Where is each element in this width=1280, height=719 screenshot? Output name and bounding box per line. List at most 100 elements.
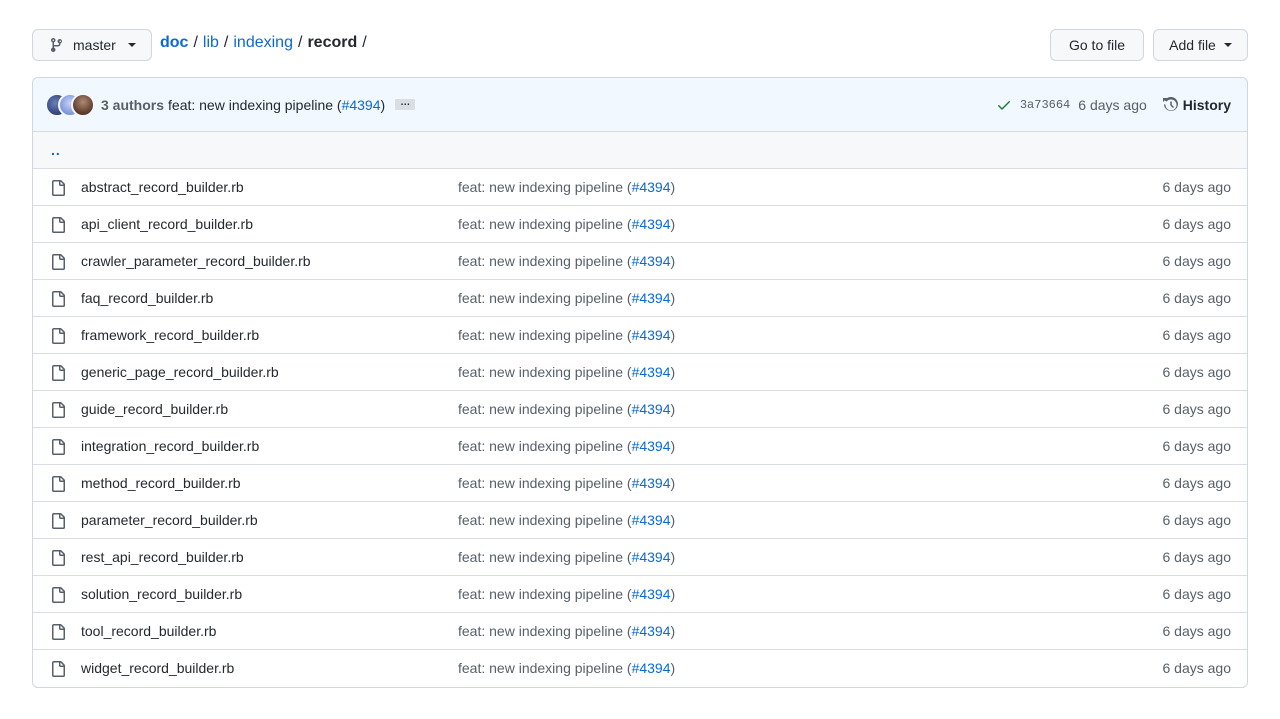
file-icon [52, 291, 65, 307]
breadcrumb-separator: / [297, 34, 303, 51]
table-row[interactable]: method_record_builder.rb feat: new indexi… [33, 465, 1247, 502]
branch-selector-button[interactable]: master [32, 29, 152, 61]
file-commit-pr-link[interactable]: #4394 [632, 327, 671, 343]
file-name-link[interactable]: tool_record_builder.rb [81, 623, 216, 639]
file-commit-age: 6 days ago [1162, 660, 1232, 676]
avatar[interactable] [71, 92, 95, 117]
check-icon [997, 101, 1010, 110]
file-name-link[interactable]: integration_record_builder.rb [81, 438, 259, 454]
file-commit-age: 6 days ago [1162, 438, 1232, 454]
file-commit-message[interactable]: feat: new indexing pipeline (#4394) [458, 253, 675, 269]
commit-sha[interactable]: 3a73664 [1020, 98, 1070, 112]
parent-directory-link[interactable]: .. [51, 142, 61, 158]
file-commit-message[interactable]: feat: new indexing pipeline (#4394) [458, 623, 675, 639]
file-commit-message[interactable]: feat: new indexing pipeline (#4394) [458, 327, 675, 343]
file-commit-text: feat: new indexing pipeline ( [458, 179, 632, 195]
parent-directory-row[interactable]: .. [33, 132, 1247, 169]
breadcrumb-root-link[interactable]: doc [160, 34, 188, 52]
file-name-link[interactable]: parameter_record_builder.rb [81, 512, 258, 528]
file-icon [52, 180, 65, 196]
file-name-link[interactable]: crawler_parameter_record_builder.rb [81, 253, 311, 269]
file-commit-pr-link[interactable]: #4394 [632, 401, 671, 417]
table-row[interactable]: guide_record_builder.rb feat: new indexin… [33, 391, 1247, 428]
file-commit-message[interactable]: feat: new indexing pipeline (#4394) [458, 290, 675, 306]
file-name-link[interactable]: solution_record_builder.rb [81, 586, 242, 602]
file-commit-age: 6 days ago [1162, 401, 1232, 417]
file-commit-text: feat: new indexing pipeline ( [458, 401, 632, 417]
file-commit-message[interactable]: feat: new indexing pipeline (#4394) [458, 512, 675, 528]
go-to-file-button[interactable]: Go to file [1050, 29, 1144, 61]
history-label: History [1182, 97, 1231, 113]
file-commit-age: 6 days ago [1162, 179, 1232, 195]
table-row[interactable]: solution_record_builder.rb feat: new inde… [33, 576, 1247, 613]
file-name-link[interactable]: guide_record_builder.rb [81, 401, 228, 417]
commit-message[interactable]: feat: new indexing pipeline (#4394) [168, 97, 385, 113]
file-commit-pr-link[interactable]: #4394 [632, 586, 671, 602]
file-commit-message[interactable]: feat: new indexing pipeline (#4394) [458, 364, 675, 380]
file-commit-message[interactable]: feat: new indexing pipeline (#4394) [458, 549, 675, 565]
table-row[interactable]: integration_record_builder.rb feat: new i… [33, 428, 1247, 465]
file-commit-pr-link[interactable]: #4394 [632, 512, 671, 528]
file-commit-text: feat: new indexing pipeline ( [458, 290, 632, 306]
commit-message-end: ) [380, 96, 386, 113]
file-commit-message[interactable]: feat: new indexing pipeline (#4394) [458, 475, 675, 491]
breadcrumb-link-indexing[interactable]: indexing [233, 34, 293, 52]
file-name-link[interactable]: method_record_builder.rb [81, 475, 241, 491]
file-name-link[interactable]: faq_record_builder.rb [81, 290, 213, 306]
file-commit-pr-link[interactable]: #4394 [632, 623, 671, 639]
table-row[interactable]: generic_page_record_builder.rb feat: new … [33, 354, 1247, 391]
table-row[interactable]: parameter_record_builder.rb feat: new ind… [33, 502, 1247, 539]
expand-commit-button[interactable]: … [395, 98, 416, 110]
file-icon [52, 217, 65, 233]
table-row[interactable]: framework_record_builder.rb feat: new ind… [33, 317, 1247, 354]
file-commit-message[interactable]: feat: new indexing pipeline (#4394) [458, 660, 675, 676]
file-commit-end: ) [670, 623, 676, 639]
file-name-link[interactable]: rest_api_record_builder.rb [81, 549, 244, 565]
file-icon [52, 624, 65, 640]
file-name-link[interactable]: framework_record_builder.rb [81, 327, 259, 343]
file-commit-message[interactable]: feat: new indexing pipeline (#4394) [458, 401, 675, 417]
table-row[interactable]: faq_record_builder.rb feat: new indexing … [33, 280, 1247, 317]
authors-count[interactable]: 3 authors [101, 97, 164, 113]
file-commit-pr-link[interactable]: #4394 [632, 216, 671, 232]
breadcrumb: doc / lib / indexing / record / [160, 34, 367, 52]
file-commit-pr-link[interactable]: #4394 [632, 253, 671, 269]
file-icon [52, 439, 65, 455]
file-name-link[interactable]: api_client_record_builder.rb [81, 216, 253, 232]
table-row[interactable]: rest_api_record_builder.rb feat: new inde… [33, 539, 1247, 576]
author-avatars[interactable] [45, 92, 97, 117]
table-row[interactable]: crawler_parameter_record_builder.rb feat:… [33, 243, 1247, 280]
file-commit-end: ) [670, 586, 676, 602]
file-commit-message[interactable]: feat: new indexing pipeline (#4394) [458, 586, 675, 602]
table-row[interactable]: abstract_record_builder.rb feat: new inde… [33, 169, 1247, 206]
file-commit-message[interactable]: feat: new indexing pipeline (#4394) [458, 438, 675, 454]
file-commit-text: feat: new indexing pipeline ( [458, 327, 632, 343]
file-commit-pr-link[interactable]: #4394 [632, 364, 671, 380]
table-row[interactable]: api_client_record_builder.rb feat: new in… [33, 206, 1247, 243]
file-name-link[interactable]: widget_record_builder.rb [81, 660, 234, 676]
table-row[interactable]: widget_record_builder.rb feat: new indexi… [33, 650, 1247, 687]
file-name-link[interactable]: abstract_record_builder.rb [81, 179, 244, 195]
file-icon [52, 661, 65, 677]
file-commit-pr-link[interactable]: #4394 [632, 660, 671, 676]
file-commit-pr-link[interactable]: #4394 [632, 290, 671, 306]
file-name-link[interactable]: generic_page_record_builder.rb [81, 364, 279, 380]
file-commit-message[interactable]: feat: new indexing pipeline (#4394) [458, 179, 675, 195]
file-commit-text: feat: new indexing pipeline ( [458, 364, 632, 380]
file-commit-pr-link[interactable]: #4394 [632, 549, 671, 565]
commit-pr-link[interactable]: #4394 [342, 97, 381, 113]
add-file-button[interactable]: Add file [1153, 29, 1248, 61]
file-commit-pr-link[interactable]: #4394 [632, 475, 671, 491]
file-commit-age: 6 days ago [1162, 475, 1232, 491]
table-row[interactable]: tool_record_builder.rb feat: new indexing… [33, 613, 1247, 650]
breadcrumb-link-lib[interactable]: lib [203, 34, 219, 52]
file-commit-pr-link[interactable]: #4394 [632, 179, 671, 195]
file-commit-end: ) [670, 364, 676, 380]
file-commit-pr-link[interactable]: #4394 [632, 438, 671, 454]
file-commit-end: ) [670, 216, 676, 232]
git-branch-icon [51, 37, 62, 53]
commit-age: 6 days ago [1078, 97, 1147, 113]
branch-name: master [73, 37, 116, 53]
history-link[interactable]: History [1162, 97, 1231, 113]
file-commit-message[interactable]: feat: new indexing pipeline (#4394) [458, 216, 675, 232]
